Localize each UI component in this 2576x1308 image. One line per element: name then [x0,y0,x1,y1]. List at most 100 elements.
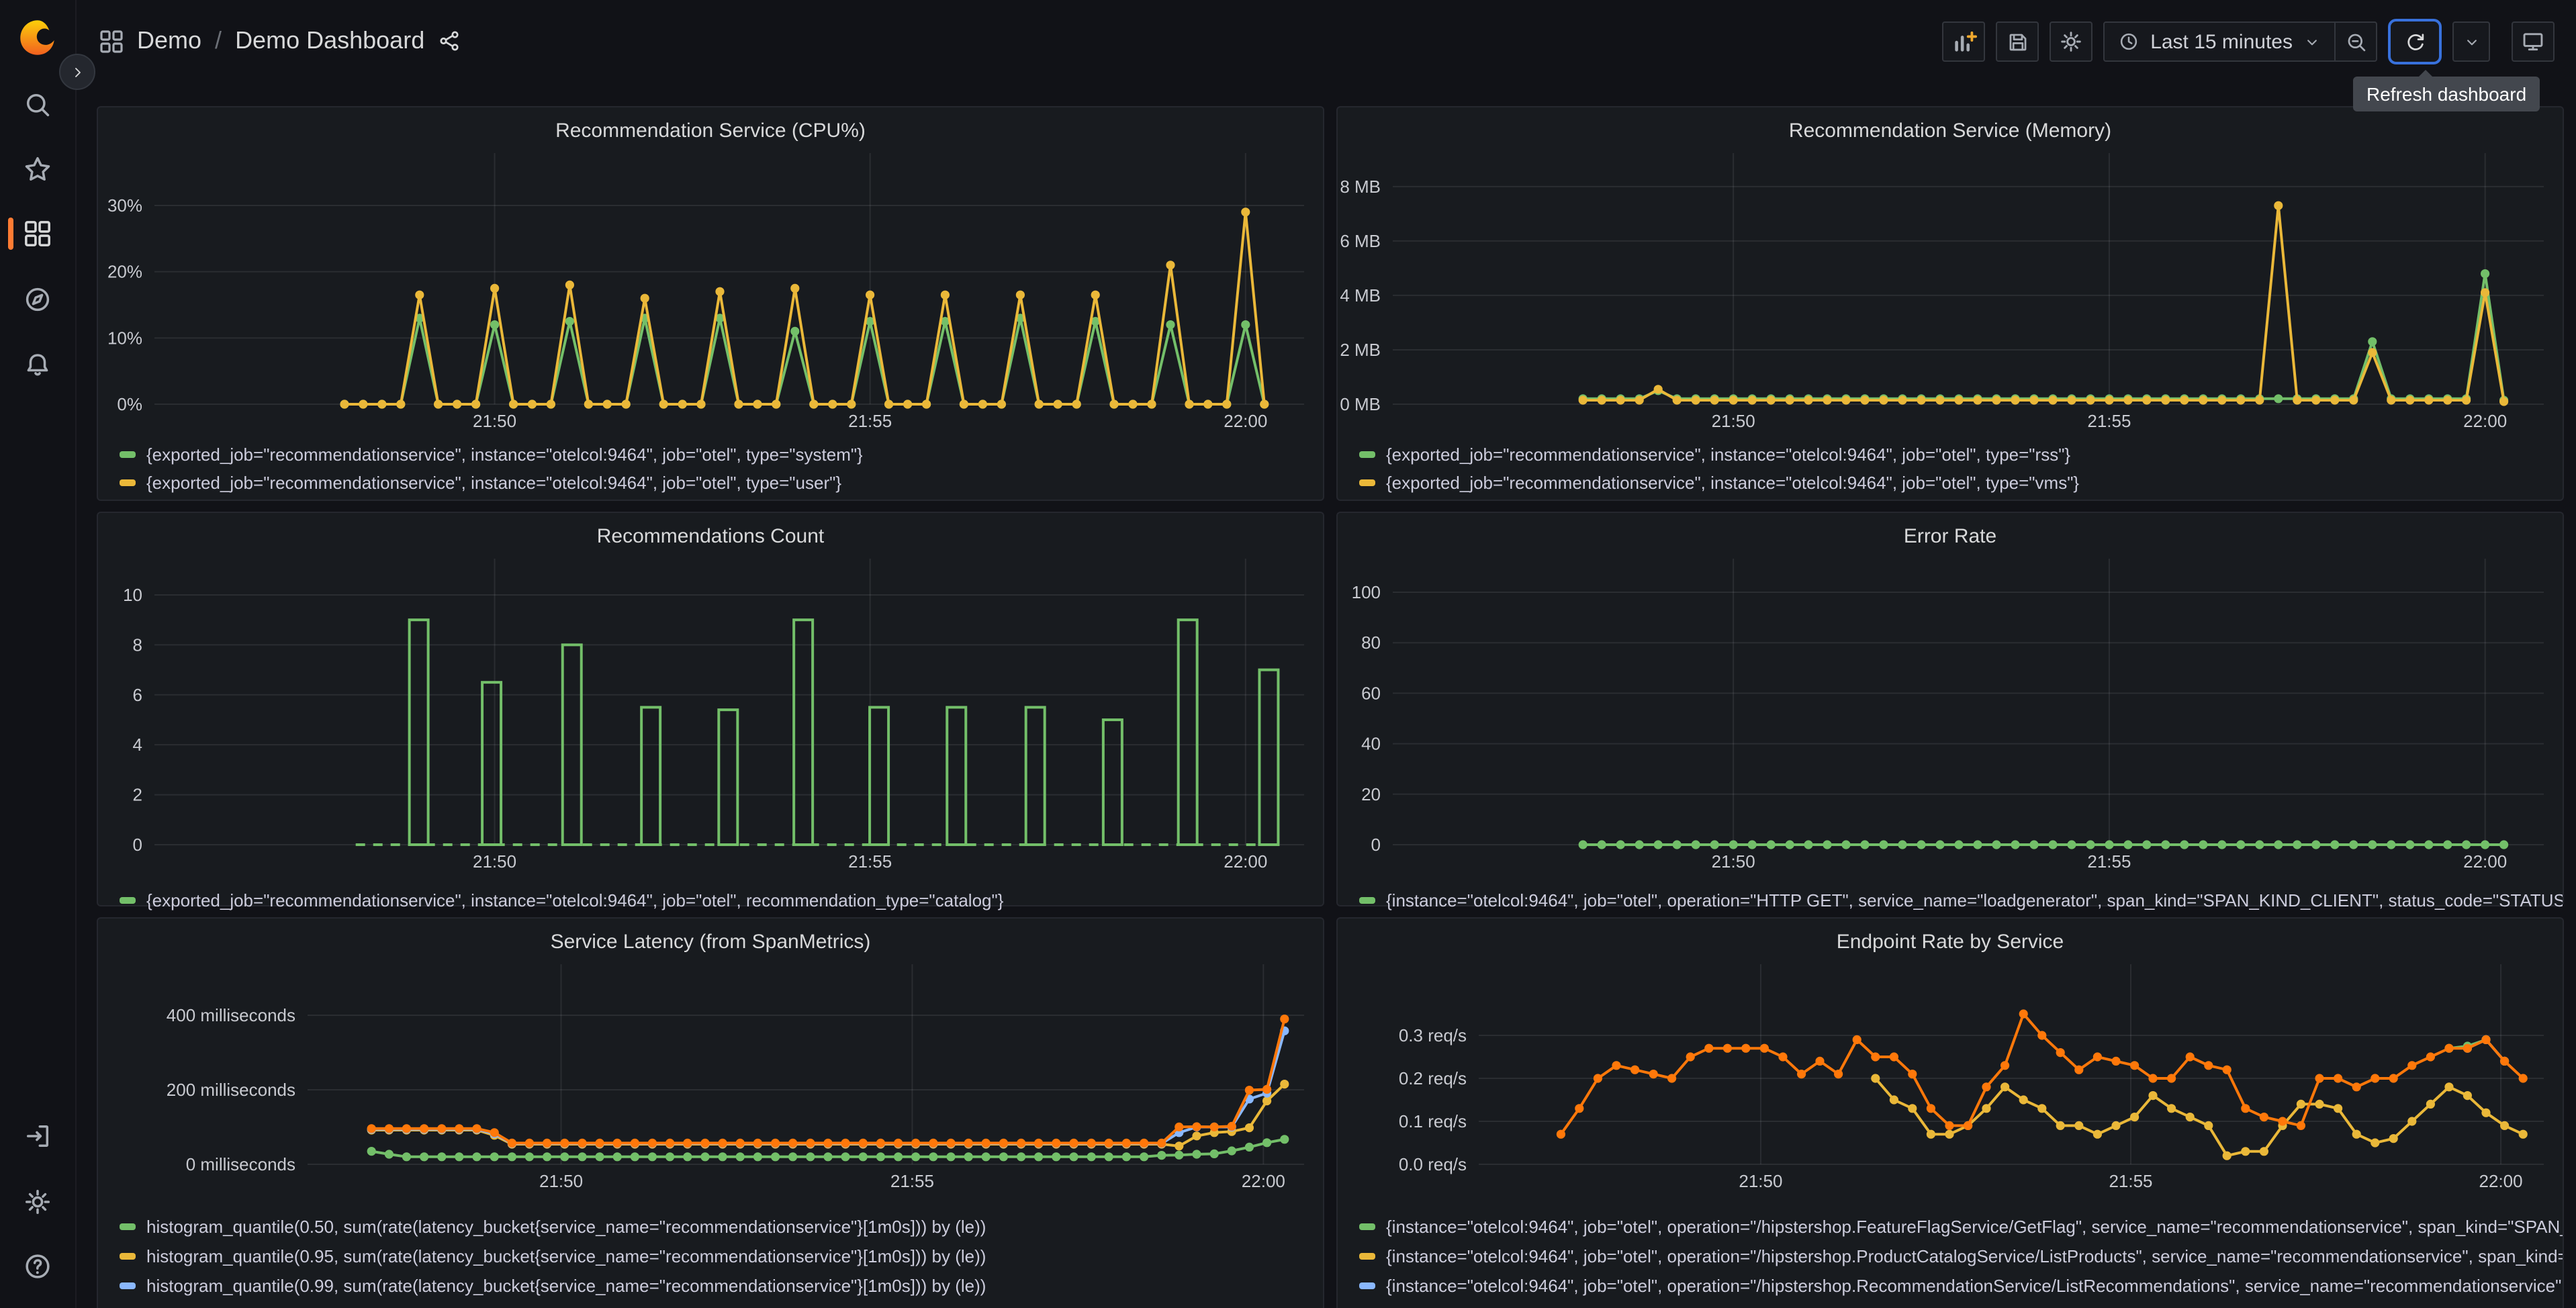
legend-label[interactable]: {instance="otelcol:9464", job="otel", op… [1386,890,2563,910]
error-rate-chart-plot[interactable]: 0 20 40 60 80 100 21:50 21:55 22:00 [1338,559,2565,881]
latency-chart-plot[interactable]: 0 milliseconds 200 milliseconds 400 millis… [98,964,1326,1206]
zoom-out-button[interactable] [2334,23,2376,60]
svg-text:21:50: 21:50 [473,851,516,872]
legend-label[interactable]: {instance="otelcol:9464", job="otel", op… [1386,1216,2563,1236]
help-circle-icon[interactable] [23,1252,52,1281]
header: Demo / Demo Dashboard Last 15 minutes [75,0,2576,83]
legend-label[interactable]: histogram_quantile(0.99, sum(rate(latenc… [146,1275,986,1295]
chevron-right-icon [75,67,80,77]
endpoint-rate-chart-plot[interactable]: 0.0 req/s 0.1 req/s 0.2 req/s 0.3 req/s 21:5… [1338,964,2565,1206]
breadcrumb-root[interactable]: Demo [137,27,201,55]
panel-recommendations-count: Recommendations Count 0 2 4 6 8 10 21:50 21:55 2… [97,512,1326,910]
panel-endpoint-rate: Endpoint Rate by Service 0.0 req/s 0.1 re… [1336,917,2564,1308]
svg-text:22:00: 22:00 [1224,851,1267,872]
svg-text:21:55: 21:55 [2109,1171,2152,1191]
gear-icon [2061,32,2081,52]
svg-text:4: 4 [133,735,142,755]
chevron-down-icon [2307,39,2317,45]
panel-service-latency: Service Latency (from SpanMetrics) 0 mil… [97,917,1324,1308]
add-panel-button[interactable] [1942,21,1986,62]
kiosk-mode-button[interactable] [2512,21,2555,62]
legend: {instance="otelcol:9464", job="otel", op… [1338,1206,2563,1308]
legend-swatch [1359,1282,1375,1289]
favorites-star-icon[interactable] [23,154,52,184]
grafana-logo-icon[interactable] [17,17,58,58]
svg-text:40: 40 [1361,734,1381,754]
legend-item: histogram_quantile(0.95, sum(rate(latenc… [120,1241,1323,1270]
grafana-dashboard: Demo / Demo Dashboard Last 15 minutes Re… [0,0,2576,1308]
svg-text:8 MB: 8 MB [1340,177,1381,197]
refresh-dashboard-button[interactable] [2388,19,2442,64]
sidebar [0,0,77,1308]
count-chart-plot[interactable]: 0 2 4 6 8 10 21:50 21:55 22:00 [98,559,1326,881]
panel-title[interactable]: Service Latency (from SpanMetrics) [98,919,1323,964]
legend-swatch [1359,897,1375,904]
svg-text:22:00: 22:00 [1224,411,1267,431]
clock-icon [2121,33,2137,50]
panel-title[interactable]: Error Rate [1338,513,2563,559]
alerting-bell-icon[interactable] [23,351,52,380]
legend-label[interactable]: histogram_quantile(0.999, sum(rate(laten… [146,1305,996,1308]
svg-text:80: 80 [1361,633,1381,653]
svg-text:0.3 req/s: 0.3 req/s [1399,1025,1467,1045]
panel-title[interactable]: Recommendation Service (Memory) [1338,107,2563,153]
svg-text:100: 100 [1352,582,1381,602]
legend-label[interactable]: histogram_quantile(0.50, sum(rate(latenc… [146,1216,986,1236]
legend-item: {exported_job="recommendationservice", i… [120,886,1323,915]
legend: {instance="otelcol:9464", job="otel", op… [1338,881,2563,915]
svg-text:2: 2 [133,785,142,805]
explore-compass-icon[interactable] [23,285,52,314]
search-icon[interactable] [23,90,52,120]
toolbar: Last 15 minutes [1942,19,2555,64]
time-range-picker[interactable]: Last 15 minutes [2105,23,2334,60]
settings-gear-icon[interactable] [23,1187,52,1217]
dashboard-settings-button[interactable] [2050,21,2093,62]
legend-item: {exported_job="recommendationservice", i… [1359,469,2563,497]
legend-label[interactable]: {exported_job="recommendationservice", i… [146,890,1003,910]
legend-label[interactable]: {exported_job="recommendationservice", i… [146,445,863,465]
svg-text:21:55: 21:55 [2087,851,2131,872]
save-dashboard-button[interactable] [1996,21,2039,62]
refresh-icon [2407,33,2424,50]
legend-label[interactable]: histogram_quantile(0.95, sum(rate(latenc… [146,1246,986,1266]
panel-title[interactable]: Endpoint Rate by Service [1338,919,2563,964]
svg-text:0: 0 [1371,835,1381,855]
sign-in-icon[interactable] [23,1121,52,1151]
legend-label[interactable]: {instance="otelcol:9464", job="otel", op… [1386,1246,2563,1266]
svg-text:0: 0 [133,835,142,855]
legend-label[interactable]: {instance="otelcol:9464", job="otel", op… [1386,1305,2563,1308]
legend-label[interactable]: {exported_job="recommendationservice", i… [1386,473,2079,493]
cpu-chart-plot[interactable]: 0% 10% 20% 30% 21:50 21:55 22:00 [98,153,1326,435]
svg-text:22:00: 22:00 [2463,411,2507,431]
legend-label[interactable]: {exported_job="recommendationservice", i… [146,473,841,493]
share-icon[interactable] [438,30,461,52]
legend-swatch [120,1223,136,1229]
sidebar-expand-button[interactable] [59,54,95,90]
legend-swatch [120,451,136,458]
legend-swatch [1359,479,1375,486]
svg-text:22:00: 22:00 [2479,1171,2523,1191]
add-panel-icon [1954,30,1977,51]
svg-text:21:50: 21:50 [473,411,516,431]
dashboards-grid-icon[interactable] [23,219,52,248]
svg-text:30%: 30% [107,195,142,216]
legend-swatch [1359,1223,1375,1229]
svg-text:21:50: 21:50 [539,1171,583,1191]
legend-label[interactable]: {exported_job="recommendationservice", i… [1386,445,2070,465]
memory-chart-plot[interactable]: 0 MB 2 MB 4 MB 6 MB 8 MB 21:50 21:55 22:00 [1338,153,2565,435]
legend: {exported_job="recommendationservice", i… [98,881,1323,915]
svg-text:22:00: 22:00 [1242,1171,1285,1191]
refresh-tooltip: Refresh dashboard [2353,70,2540,111]
svg-text:10%: 10% [107,328,142,348]
legend-label[interactable]: {instance="otelcol:9464", job="otel", op… [1386,1275,2563,1295]
panel-title[interactable]: Recommendation Service (CPU%) [98,107,1323,153]
legend-swatch [120,1252,136,1259]
legend: {exported_job="recommendationservice", i… [1338,435,2563,497]
svg-text:20%: 20% [107,262,142,282]
refresh-interval-dropdown[interactable] [2452,21,2490,62]
svg-text:8: 8 [133,635,142,655]
legend-swatch [1359,451,1375,458]
svg-text:6: 6 [133,685,142,705]
panel-title[interactable]: Recommendations Count [98,513,1323,559]
legend-item: {exported_job="recommendationservice", i… [1359,440,2563,469]
